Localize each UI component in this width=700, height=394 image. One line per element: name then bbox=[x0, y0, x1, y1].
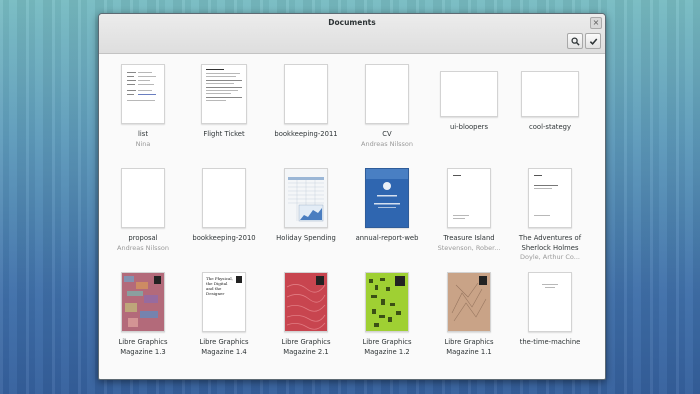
document-title-line-1: Libre Graphics bbox=[444, 338, 494, 346]
magazine-cover-image bbox=[122, 273, 164, 331]
document-thumbnail bbox=[365, 272, 409, 332]
document-title: cool-stategy bbox=[529, 123, 571, 131]
document-title-line-1: The Adventures of bbox=[518, 234, 582, 242]
search-button[interactable] bbox=[567, 33, 583, 49]
document-thumbnail: The Physical, the Digital and the Design… bbox=[202, 272, 246, 332]
magazine-cover-text: The Physical, the Digital and the Design… bbox=[206, 276, 233, 296]
document-title-line-1: Libre Graphics bbox=[199, 338, 249, 346]
document-thumbnail bbox=[440, 71, 498, 117]
checkmark-icon bbox=[589, 37, 597, 45]
document-title-line-1: Libre Graphics bbox=[118, 338, 168, 346]
document-title-line-2: Magazine 1.4 bbox=[201, 347, 247, 356]
document-title: annual-report-web bbox=[355, 234, 419, 242]
document-title: the-time-machine bbox=[519, 338, 581, 346]
document-item[interactable]: cool-stategy bbox=[509, 64, 591, 133]
document-thumbnail bbox=[121, 272, 165, 332]
document-item[interactable]: CV Andreas Nilsson bbox=[346, 64, 428, 149]
document-title-line-2: Sherlock Holmes bbox=[521, 243, 579, 252]
document-item[interactable]: Libre Graphics Magazine 1.3 bbox=[102, 272, 184, 357]
document-title-line-2: Magazine 1.2 bbox=[364, 347, 410, 356]
document-item[interactable]: annual-report-web bbox=[346, 168, 428, 244]
document-title-line-2: Magazine 1.1 bbox=[446, 347, 492, 356]
document-item[interactable]: list Nina bbox=[102, 64, 184, 149]
search-icon bbox=[570, 36, 580, 46]
document-thumbnail bbox=[121, 168, 165, 228]
document-title: Holiday Spending bbox=[276, 234, 336, 242]
magazine-cover-image bbox=[448, 273, 490, 331]
document-thumbnail bbox=[365, 64, 409, 124]
document-thumbnail bbox=[521, 71, 579, 117]
document-title: CV bbox=[382, 130, 392, 138]
document-item[interactable]: proposal Andreas Nilsson bbox=[102, 168, 184, 253]
document-item[interactable]: bookkeeping-2011 bbox=[265, 64, 347, 140]
document-item[interactable]: Treasure Island Stevenson, Rober... bbox=[428, 168, 510, 253]
magazine-cover-image bbox=[285, 273, 327, 331]
documents-grid: list Nina Flight Ticket bookkeeping-2011 bbox=[99, 54, 605, 379]
document-item[interactable]: Flight Ticket bbox=[183, 64, 265, 140]
document-title-line-1: Libre Graphics bbox=[362, 338, 412, 346]
document-thumbnail bbox=[121, 64, 165, 124]
magazine-cover-image bbox=[366, 273, 408, 331]
spreadsheet-thumbnail-image bbox=[285, 169, 327, 227]
report-cover-image bbox=[366, 169, 408, 227]
document-thumbnail bbox=[284, 272, 328, 332]
document-title: Treasure Island bbox=[443, 234, 495, 242]
document-item[interactable]: The Physical, the Digital and the Design… bbox=[183, 272, 265, 357]
close-button[interactable]: × bbox=[590, 17, 602, 29]
document-title: list bbox=[138, 130, 148, 138]
document-title-line-1: Libre Graphics bbox=[281, 338, 331, 346]
document-thumbnail bbox=[284, 64, 328, 124]
window-title: Documents bbox=[328, 18, 376, 27]
document-thumbnail bbox=[284, 168, 328, 228]
document-thumbnail bbox=[528, 168, 572, 228]
document-item[interactable]: ui-bloopers bbox=[428, 64, 510, 133]
header-bar: Documents × bbox=[99, 14, 605, 54]
document-title: Flight Ticket bbox=[203, 130, 245, 138]
document-title: bookkeeping-2011 bbox=[274, 130, 338, 138]
document-author: Stevenson, Rober... bbox=[437, 243, 501, 252]
document-title-line-2: Magazine 1.3 bbox=[120, 347, 166, 356]
document-item[interactable]: the-time-machine bbox=[509, 272, 591, 348]
document-item[interactable]: Holiday Spending bbox=[265, 168, 347, 244]
document-item[interactable]: Libre Graphics Magazine 1.2 bbox=[346, 272, 428, 357]
document-item[interactable]: bookkeeping-2010 bbox=[183, 168, 265, 244]
document-title: bookkeeping-2010 bbox=[192, 234, 256, 242]
document-title-line-2: Magazine 2.1 bbox=[283, 347, 329, 356]
document-title: ui-bloopers bbox=[449, 123, 488, 131]
documents-window: Documents × list Nina Flight Ticket book… bbox=[98, 13, 606, 380]
document-thumbnail bbox=[447, 168, 491, 228]
document-thumbnail bbox=[201, 64, 247, 124]
document-item[interactable]: The Adventures of Sherlock Holmes Doyle,… bbox=[509, 168, 591, 263]
document-thumbnail bbox=[528, 272, 572, 332]
document-author: Andreas Nilsson bbox=[117, 243, 169, 252]
selection-mode-button[interactable] bbox=[585, 33, 601, 49]
document-author: Andreas Nilsson bbox=[361, 139, 413, 148]
document-author: Doyle, Arthur Co... bbox=[519, 253, 580, 261]
document-item[interactable]: Libre Graphics Magazine 1.1 bbox=[428, 272, 510, 357]
document-item[interactable]: Libre Graphics Magazine 2.1 bbox=[265, 272, 347, 357]
document-thumbnail bbox=[447, 272, 491, 332]
document-thumbnail bbox=[202, 168, 246, 228]
document-author: Nina bbox=[135, 139, 151, 148]
document-title: proposal bbox=[128, 234, 158, 242]
document-thumbnail bbox=[365, 168, 409, 228]
